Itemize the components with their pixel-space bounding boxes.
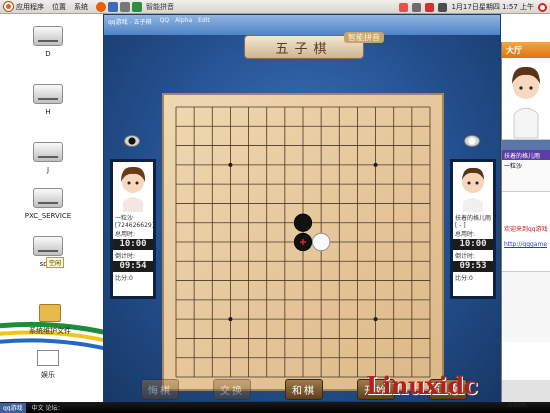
right-panel-footer	[502, 380, 550, 402]
window-menu-qq[interactable]: QQ	[160, 17, 169, 24]
star-point	[228, 162, 233, 167]
undo-button[interactable]: 悔棋	[141, 378, 179, 400]
right-countdown-label: 倒计时:	[455, 253, 476, 260]
left-score: 比分:0	[115, 275, 133, 282]
desktop-tooltip: 空闲	[46, 257, 65, 268]
folder-icon	[39, 304, 61, 322]
desktop-icon-label: J	[46, 166, 50, 174]
desktop-icon-j[interactable]: J	[18, 142, 78, 174]
window-menu-edit[interactable]: Edit	[198, 17, 210, 24]
menu-places[interactable]: 位置	[52, 2, 66, 12]
taskbar-status-text: 中文 论坛：	[31, 405, 64, 412]
left-player-avatar	[113, 162, 153, 212]
left-countdown: 09:54	[113, 261, 153, 272]
network-icon[interactable]	[399, 2, 409, 12]
left-player-name: 一粒沙	[115, 215, 134, 222]
board-grid[interactable]	[164, 95, 442, 389]
draw-button[interactable]: 和棋	[285, 378, 323, 400]
mail-icon[interactable]	[108, 1, 118, 12]
hall-tab[interactable]: 大厅	[502, 42, 550, 58]
notice-pane	[502, 272, 550, 342]
desktop-icon-pxc-service[interactable]: PXC_SERVICE	[8, 188, 88, 220]
desktop-icon-h[interactable]: H	[18, 84, 78, 116]
firefox-icon[interactable]	[96, 1, 106, 12]
window-title: qq游戏 - 五子棋	[108, 19, 152, 26]
chat-welcome-text: 欢迎来到qq游戏	[504, 226, 548, 233]
right-total-label: 总用时:	[455, 231, 476, 238]
drive-icon	[33, 26, 63, 46]
player-list: 扶着的格儿雨 一粒沙	[502, 150, 550, 192]
watermark-logo: Linuxidc	[366, 371, 478, 400]
desktop-icon-d[interactable]: D	[18, 26, 78, 58]
window-title-bar[interactable]: qq游戏 - 五子棋 QQ Alpha Edit	[104, 15, 500, 35]
game-area: 五子棋 智能拼音 一粒沙 [724626629] 总用时: 10:00 倒计时:	[104, 32, 500, 401]
battery-icon[interactable]	[412, 2, 422, 12]
game-window: qq游戏 - 五子棋 QQ Alpha Edit 五子棋 智能拼音 一粒沙 [7…	[103, 14, 501, 402]
player-list-item[interactable]: 一粒沙	[502, 160, 550, 170]
player-list-item[interactable]: 扶着的格儿雨	[502, 150, 550, 160]
terminal-icon[interactable]	[120, 1, 130, 12]
bottom-taskbar: qq游戏 中文 论坛：	[0, 402, 550, 413]
left-total-time: 10:00	[113, 239, 153, 250]
right-panel: 大厅 扶着的格儿雨 一粒沙 欢迎来到qq游戏 http://qqgame	[501, 42, 550, 402]
watermark-sub: .com	[505, 400, 527, 409]
drive-icon	[33, 84, 63, 104]
window-menu-alpha[interactable]: Alpha	[175, 17, 192, 24]
menu-applications[interactable]: 应用程序	[16, 2, 44, 12]
player-list-header	[502, 140, 550, 150]
volume-icon[interactable]	[438, 2, 448, 12]
left-player-id: [724626629]	[115, 222, 155, 229]
desktop-icon-label: H	[45, 108, 51, 116]
star-point	[373, 162, 378, 167]
star-point	[228, 317, 233, 322]
drive-icon	[33, 142, 63, 162]
right-total-time: 10:00	[453, 239, 493, 250]
panel-window-title[interactable]: 智能拼音	[146, 2, 174, 12]
chat-link[interactable]: http://qqgame	[504, 241, 548, 248]
desktop-icon-label: 娱乐	[41, 371, 55, 379]
gomoku-board[interactable]	[162, 93, 444, 391]
mail-icon	[37, 350, 59, 366]
black-stone-bowl-icon	[124, 135, 140, 147]
left-player-card[interactable]: 一粒沙 [724626629] 总用时: 10:00 倒计时: 09:54 比分…	[110, 159, 156, 299]
swap-button[interactable]: 交换	[213, 378, 251, 400]
ime-banner: 智能拼音	[344, 32, 384, 43]
mail-notify-icon[interactable]	[425, 2, 435, 12]
drive-icon	[33, 236, 63, 256]
desktop-icon-maintenance[interactable]: 系统维护文件	[10, 304, 90, 336]
desktop-icon-label: PXC_SERVICE	[24, 212, 72, 220]
taskbar-qqgame-button[interactable]: qq游戏	[0, 402, 26, 413]
desktop-icon-label: D	[45, 50, 51, 58]
desktop-icon-label: 系统维护文件	[29, 327, 71, 335]
right-player-name: 扶着的格儿雨	[455, 215, 492, 222]
right-player-card[interactable]: 扶着的格儿雨 [ - ] 总用时: 10:00 倒计时: 09:53 比分:0	[450, 159, 496, 299]
system-tray: 1月17日星期四 1:57 上午	[399, 2, 547, 12]
document-icon[interactable]	[132, 1, 142, 12]
top-panel: 应用程序 位置 系统 智能拼音 1月17日星期四 1:57 上午	[0, 0, 550, 14]
chat-pane: 欢迎来到qq游戏 http://qqgame	[502, 192, 550, 272]
right-countdown: 09:53	[453, 261, 493, 272]
clock[interactable]: 1月17日星期四 1:57 上午	[451, 2, 534, 12]
white-stone[interactable]	[312, 232, 331, 252]
star-point	[373, 317, 378, 322]
power-icon[interactable]	[538, 2, 547, 12]
black-stone[interactable]	[293, 213, 313, 232]
white-stone-bowl-icon	[464, 135, 480, 147]
ubuntu-logo-icon[interactable]	[4, 2, 13, 11]
left-countdown-label: 倒计时:	[115, 253, 136, 260]
right-score: 比分:0	[455, 275, 473, 282]
desktop-icon-entertainment[interactable]: 娱乐	[18, 350, 78, 380]
drive-icon	[33, 188, 63, 208]
left-total-label: 总用时:	[115, 231, 136, 238]
menu-system[interactable]: 系统	[74, 2, 88, 12]
hall-avatar	[502, 58, 550, 140]
right-player-id: [ - ]	[455, 222, 466, 229]
right-player-avatar	[453, 162, 493, 212]
